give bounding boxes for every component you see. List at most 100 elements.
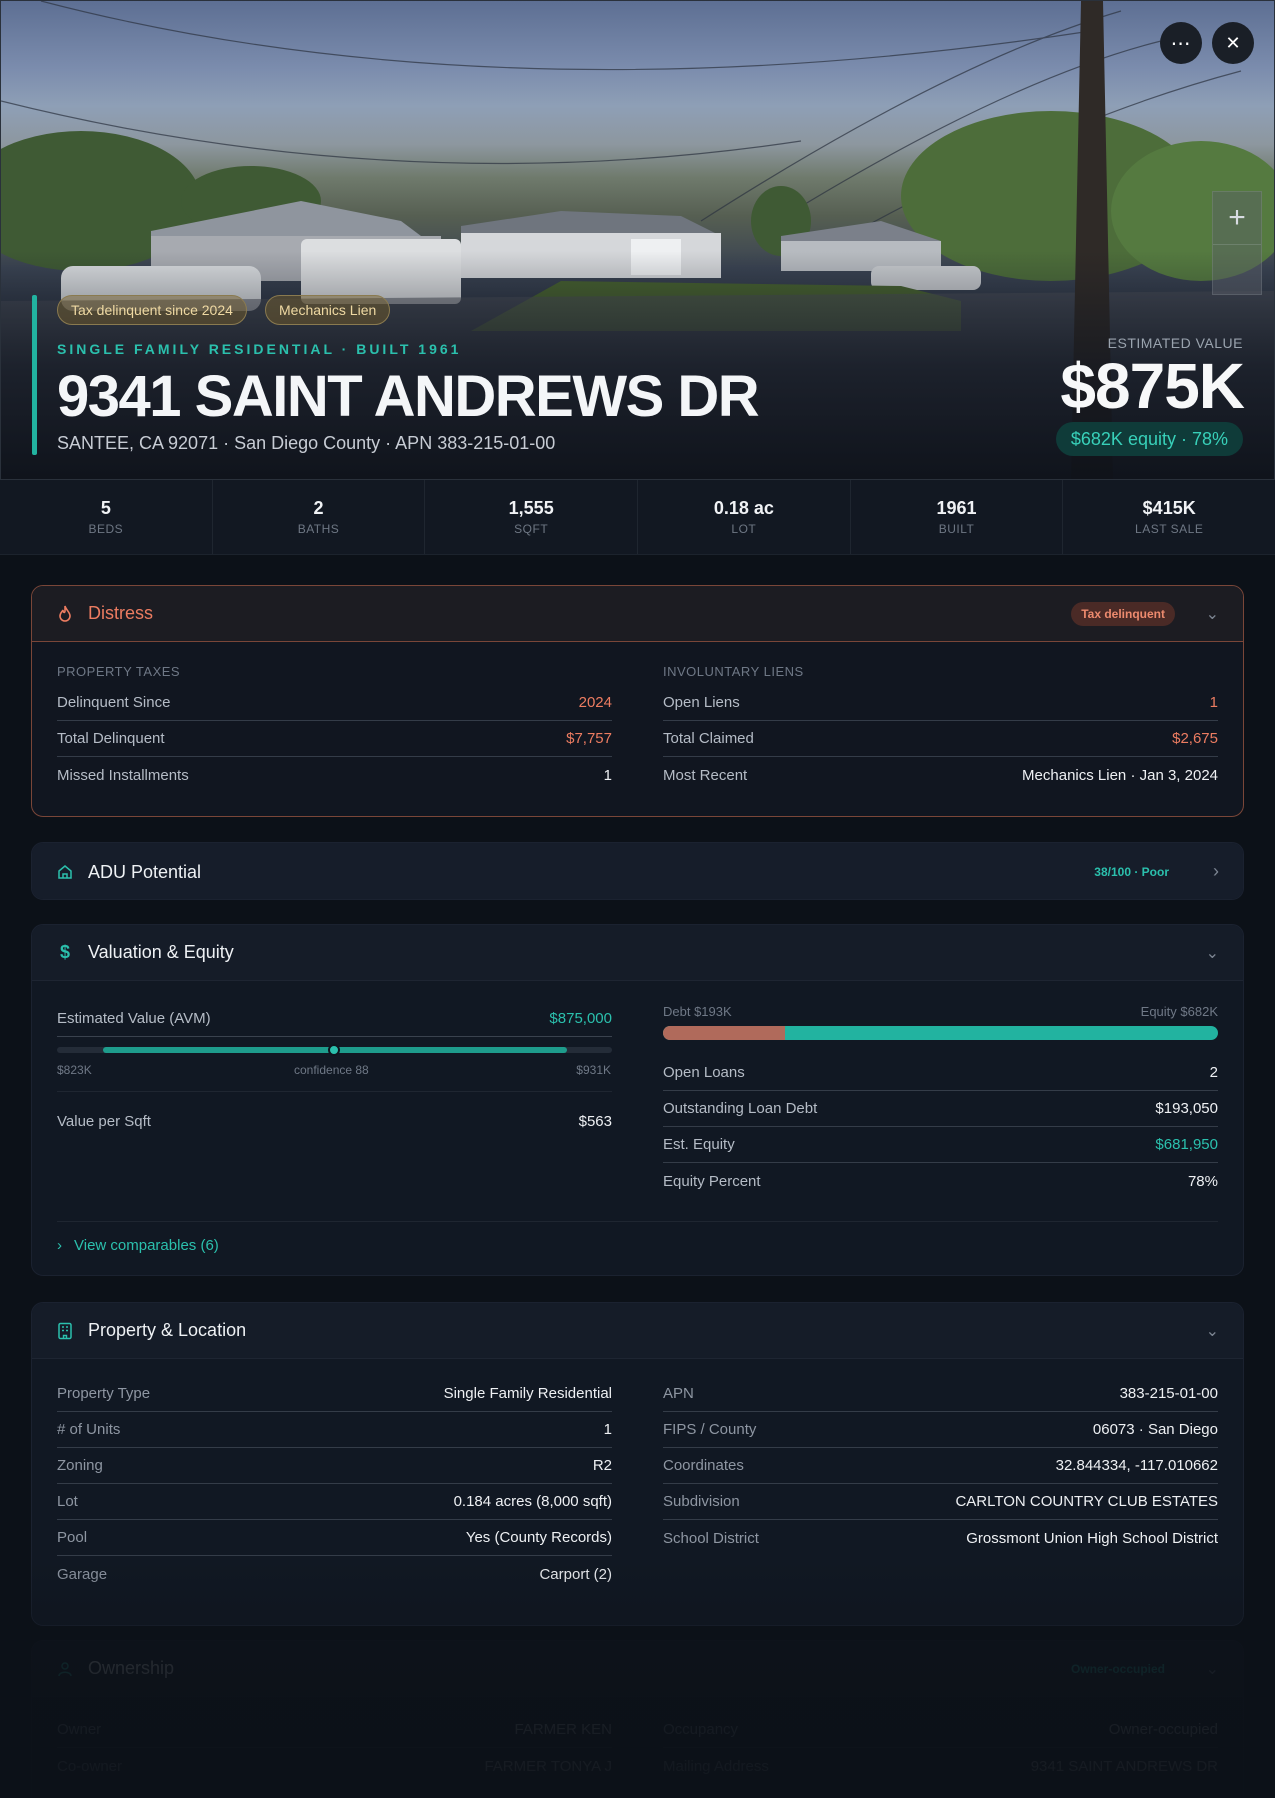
distress-badge: Tax delinquent (1071, 602, 1175, 626)
row-key: Subdivision (663, 1493, 740, 1510)
row-key: FIPS / County (663, 1421, 757, 1438)
chevron-down-icon[interactable]: ⌄ (1206, 604, 1219, 624)
row-value: 06073 · San Diego (1092, 1421, 1218, 1438)
row-value: FARMER KEN (514, 1721, 612, 1738)
row-value: Mechanics Lien · Jan 3, 2024 (1022, 766, 1218, 784)
hero-accent-bar (32, 295, 37, 455)
table-row: Most Recent Mechanics Lien · Jan 3, 2024 (663, 757, 1218, 793)
row-key: Equity Percent (663, 1172, 761, 1190)
stat-value: $415K (1142, 498, 1196, 518)
row-key: School District (663, 1529, 759, 1547)
property-detail-page: ⋯ ✕ + Tax delinquent since 2024 Mechanic… (0, 0, 1275, 1798)
table-row: Lot 0.184 acres (8,000 sqft) (57, 1484, 612, 1520)
row-key: Pool (57, 1529, 88, 1546)
debt-equity-bar (663, 1026, 1218, 1040)
property-details-left: Property Type Single Family Residential #… (57, 1376, 612, 1592)
stat-value: 1,555 (508, 498, 554, 518)
chevron-down-icon[interactable]: ⌄ (1206, 943, 1219, 963)
table-row: School District Grossmont Union High Scho… (663, 1520, 1218, 1556)
table-row: Equity Percent 78% (663, 1163, 1218, 1199)
row-key: Co-owner (57, 1757, 123, 1775)
table-row: Pool Yes (County Records) (57, 1520, 612, 1556)
vps-value: $563 (578, 1112, 612, 1130)
avm-value: $875,000 (549, 1010, 612, 1027)
row-value: 78% (1187, 1172, 1218, 1190)
value-per-sqft-section: Value per Sqft $563 (57, 1103, 612, 1139)
adu-header[interactable]: ADU Potential 38/100 · Poor › (32, 843, 1243, 899)
ownership-right: Occupancy Owner-occupied Mailing Address 9… (663, 1712, 1218, 1784)
row-key: Occupancy (663, 1721, 739, 1738)
stat-sqft: 1,555 SQFT (425, 480, 639, 554)
table-row: Est. Equity $681,950 (663, 1127, 1218, 1163)
close-button[interactable]: ✕ (1212, 22, 1254, 64)
debt-bar-segment (663, 1026, 786, 1040)
row-value: R2 (592, 1457, 612, 1474)
zoom-control[interactable]: + (1212, 191, 1262, 295)
distress-header[interactable]: Distress Tax delinquent ⌄ (32, 586, 1243, 642)
property-details-right: APN 383-215-01-00 FIPS / County 06073 · Sa… (663, 1376, 1218, 1556)
stat-label: LOT (731, 522, 757, 536)
flame-icon (56, 605, 74, 623)
property-location-header[interactable]: Property & Location ⌄ (32, 1303, 1243, 1359)
property-subaddress: SANTEE, CA 92071 · San Diego County · AP… (57, 433, 556, 453)
row-key: Lot (57, 1493, 78, 1510)
table-row: Coordinates 32.844334, -117.010662 (663, 1448, 1218, 1484)
chevron-right-icon[interactable]: › (1213, 861, 1219, 882)
row-value: $681,950 (1155, 1136, 1218, 1153)
stat-lot: 0.18 ac LOT (638, 480, 851, 554)
table-row: FIPS / County 06073 · San Diego (663, 1412, 1218, 1448)
valuation-header[interactable]: $ Valuation & Equity ⌄ (32, 925, 1243, 981)
adu-score-badge: 38/100 · Poor (1094, 865, 1169, 879)
stat-label: BUILT (938, 522, 975, 536)
section-label: INVOLUNTARY LIENS (663, 664, 804, 679)
avm-label: Estimated Value (AVM) (57, 1010, 211, 1027)
row-value: 1 (603, 1421, 612, 1438)
ownership-title: Ownership (88, 1658, 175, 1678)
table-row: Missed Installments 1 (57, 757, 612, 793)
close-icon: ✕ (1225, 32, 1241, 53)
view-comparables-label: View comparables (6) (74, 1237, 219, 1254)
zoom-in-icon[interactable]: + (1213, 192, 1261, 244)
row-key: Est. Equity (663, 1136, 735, 1153)
row-value: 0.184 acres (8,000 sqft) (453, 1493, 612, 1510)
valuation-card: $ Valuation & Equity ⌄ Estimated Value (… (31, 924, 1244, 1276)
distress-card: Distress Tax delinquent ⌄ PROPERTY TAXES… (31, 585, 1244, 817)
row-value: Owner-occupied (1108, 1721, 1218, 1738)
row-key: Owner (57, 1721, 102, 1738)
adu-card[interactable]: ADU Potential 38/100 · Poor › (31, 842, 1244, 900)
stat-value: 2 (313, 498, 324, 518)
row-key: APN (663, 1385, 694, 1402)
table-row: # of Units 1 (57, 1412, 612, 1448)
tag-tax-delinquent: Tax delinquent since 2024 (57, 295, 247, 325)
table-row: Property Type Single Family Residential (57, 1376, 612, 1412)
stat-value: 1961 (936, 498, 977, 518)
table-row: Total Claimed $2,675 (663, 721, 1218, 757)
confidence-label: confidence 88 (294, 1063, 369, 1077)
property-location-title: Property & Location (88, 1320, 247, 1340)
row-value: 1 (1209, 694, 1218, 711)
dollar-icon: $ (59, 942, 70, 962)
avm-range-marker (328, 1044, 340, 1056)
tag-mechanics-lien: Mechanics Lien (265, 295, 391, 325)
chevron-down-icon[interactable]: ⌄ (1206, 1321, 1219, 1341)
row-value: 1 (603, 766, 612, 784)
key-stats-bar: 5 BEDS 2 BATHS 1,555 SQFT 0.18 ac LOT 1961 BU… (0, 480, 1275, 555)
table-row: Owner FARMER KEN (57, 1712, 612, 1748)
involuntary-liens-section: INVOLUNTARY LIENS Open Liens 1 Total Clai… (663, 664, 1218, 793)
chevron-down-icon[interactable]: ⌄ (1206, 1659, 1219, 1679)
row-key: Total Claimed (663, 730, 754, 747)
table-row: Delinquent Since 2024 (57, 685, 612, 721)
table-row: Garage Carport (2) (57, 1556, 612, 1592)
table-row: Co-owner FARMER TONYA J (57, 1748, 612, 1784)
equity-label: Equity $682K (1140, 1004, 1218, 1019)
ownership-badge: Owner-occupied (1070, 1662, 1165, 1676)
more-options-button[interactable]: ⋯ (1160, 22, 1202, 64)
view-comparables-link[interactable]: › View comparables (6) (57, 1237, 219, 1254)
row-key: # of Units (57, 1421, 121, 1438)
ownership-header[interactable]: Ownership Owner-occupied ⌄ (32, 1641, 1243, 1697)
row-key: Most Recent (663, 766, 748, 784)
user-icon (56, 1660, 74, 1678)
row-value: $193,050 (1155, 1100, 1218, 1117)
table-row: Occupancy Owner-occupied (663, 1712, 1218, 1748)
row-key: Coordinates (663, 1457, 744, 1474)
